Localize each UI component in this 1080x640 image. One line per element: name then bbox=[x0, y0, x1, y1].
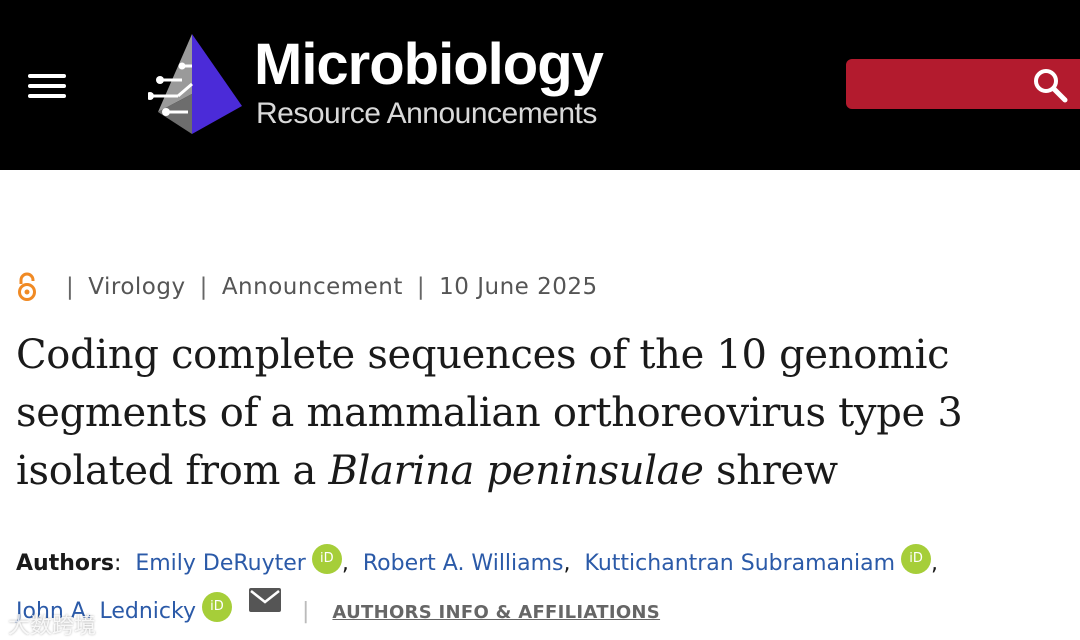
hamburger-menu-button[interactable] bbox=[28, 74, 66, 98]
search-button[interactable] bbox=[846, 59, 1080, 109]
author-separator: , bbox=[563, 551, 578, 576]
site-header: Microbiology Resource Announcements bbox=[0, 0, 1080, 170]
article-meta: | Virology | Announcement | 10 June 2025 bbox=[16, 270, 598, 304]
hamburger-menu-icon-bar bbox=[28, 74, 66, 78]
hamburger-menu-icon-bar bbox=[28, 94, 66, 98]
author-separator: , bbox=[341, 551, 356, 576]
journal-logo[interactable]: Microbiology Resource Announcements bbox=[148, 30, 668, 140]
meta-separator: | bbox=[199, 274, 208, 300]
author-separator: , bbox=[931, 551, 939, 576]
meta-category[interactable]: Virology bbox=[88, 274, 185, 300]
article-title: Coding complete sequences of the 10 geno… bbox=[16, 326, 1066, 500]
meta-article-type: Announcement bbox=[221, 274, 403, 300]
author-link[interactable]: Robert A. Williams bbox=[363, 551, 564, 576]
authors-colon: : bbox=[113, 551, 129, 576]
open-access-icon bbox=[18, 272, 36, 301]
meta-separator: | bbox=[66, 274, 75, 300]
orcid-icon[interactable]: iD bbox=[201, 592, 232, 622]
article-title-text-end: shrew bbox=[703, 448, 838, 494]
meta-date: 10 June 2025 bbox=[439, 274, 598, 300]
authors-affiliations-link[interactable]: AUTHORS INFO & AFFILIATIONS bbox=[332, 602, 660, 623]
author-link[interactable]: Kuttichantran Subramaniam bbox=[585, 551, 895, 576]
article-title-species: Blarina peninsulae bbox=[328, 448, 704, 494]
orcid-icon[interactable]: iD bbox=[311, 544, 342, 574]
watermark: 大数跨境 bbox=[8, 614, 97, 639]
search-icon bbox=[1034, 69, 1068, 103]
orcid-icon[interactable]: iD bbox=[901, 544, 932, 574]
logo-pyramid-icon bbox=[148, 34, 242, 134]
logo-subtitle: Resource Announcements bbox=[256, 97, 597, 130]
meta-separator: | bbox=[416, 274, 426, 300]
logo-title: Microbiology bbox=[254, 32, 604, 97]
author-link[interactable]: Emily DeRuyter bbox=[135, 551, 306, 576]
authors-label: Authors bbox=[16, 551, 114, 576]
hamburger-menu-icon-bar bbox=[28, 84, 66, 88]
authors-list: Authors: Emily DeRuyter iD, Robert A. Wil… bbox=[16, 540, 1076, 637]
email-icon[interactable] bbox=[248, 588, 281, 612]
affiliations-separator: | bbox=[301, 599, 310, 624]
